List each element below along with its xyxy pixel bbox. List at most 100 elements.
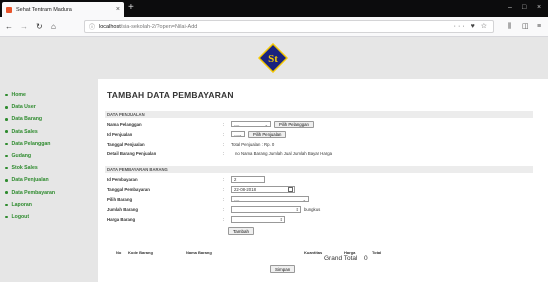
sidebar-item-label: Data Sales (11, 128, 38, 135)
colon: : (223, 131, 225, 137)
bullet-icon (5, 179, 8, 182)
select-value: ---- (234, 196, 240, 202)
chevron-down-icon: ⌄ (238, 131, 242, 137)
tambah-button[interactable]: Tambah (228, 227, 255, 235)
field-label: Id Penjualan (107, 131, 133, 137)
url-path: /sia-sekolah-2/?open=Nilai-Add (120, 23, 198, 30)
field-label: Nama Pelanggan (107, 121, 142, 127)
home-icon[interactable]: ⌂ (51, 21, 56, 32)
browser-tab[interactable]: Sehat Tentram Madura × (2, 2, 124, 17)
site-logo: St (257, 42, 289, 74)
pilih-pelanggan-button[interactable]: Pilih Pelanggan (274, 120, 314, 128)
bullet-icon (5, 166, 8, 170)
colon: : (223, 186, 225, 192)
col-total: Total (372, 250, 382, 255)
browser-navbar: ← → ↻ ⌂ ⓘ localhost/sia-sekolah-2/?open=… (0, 17, 548, 37)
id-pembayaran-input[interactable]: 2 (231, 175, 265, 183)
sidebar-item-data-user[interactable]: Data User (0, 101, 98, 113)
sidebar-item-laporan[interactable]: Laporan (0, 199, 98, 211)
detail-columns-text: no Nama Barang Jumlah Jual Jumlah Bayar … (235, 150, 332, 156)
window-close-icon[interactable]: × (537, 3, 541, 13)
minimize-icon[interactable]: – (508, 3, 512, 13)
sidebar-item-label: Data User (11, 104, 36, 111)
simpan-button[interactable]: Simpan (270, 265, 296, 273)
col-nama-barang: Nama Barang (186, 250, 212, 255)
row-jumlah-barang: Jumlah Barang : ⇕ bungkus (107, 205, 527, 213)
maximize-icon[interactable]: □ (522, 3, 526, 13)
sidebar-toggle-icon[interactable]: ◫ (522, 21, 529, 32)
field-label: Jumlah Barang (107, 206, 139, 212)
sidebar-item-data-barang[interactable]: Data Barang (0, 113, 98, 125)
grand-total-label: Grand Total (324, 255, 358, 262)
forward-icon[interactable]: → (20, 21, 28, 32)
main-content: TAMBAH DATA PEMBAYARAN DATA PENJUALAN Na… (98, 79, 548, 282)
sidebar-item-home[interactable]: Home (0, 89, 98, 101)
sidebar-item-label: Logout (11, 213, 30, 220)
row-tanggal-penjualan: Tanggal Penjualan : Total Penjualan : Rp… (107, 140, 527, 148)
colon: : (223, 196, 225, 202)
sidebar-item-data-penjualan[interactable]: Data Penjualan (0, 174, 98, 186)
field-label: Tanggal Penjualan (107, 141, 145, 147)
row-id-penjualan: Id Penjualan : ---- ⌄ Pilih Penjualan (107, 130, 527, 138)
field-label: Harga Barang (107, 216, 136, 222)
sidebar-item-stok-sales[interactable]: Stok Sales (0, 162, 98, 174)
sidebar-item-label: Data Barang (11, 116, 43, 123)
url-bar[interactable]: ⓘ localhost/sia-sekolah-2/?open=Nilai-Ad… (84, 20, 494, 33)
harga-barang-input[interactable]: ⇕ (231, 215, 285, 223)
nama-pelanggan-select[interactable]: ---- ⌄ (231, 120, 271, 128)
bullet-icon (5, 130, 8, 133)
id-penjualan-select[interactable]: ---- ⌄ (231, 130, 245, 138)
bullet-icon (5, 203, 8, 207)
spinner-icon[interactable]: ⇕ (296, 207, 299, 212)
sidebar-item-label: Laporan (11, 201, 32, 208)
chevron-down-icon: ⌄ (302, 196, 306, 202)
sidebar-item-label: Stok Sales (11, 165, 38, 172)
sidebar-item-label: Data Penjualan (11, 177, 49, 184)
tab-close-icon[interactable]: × (116, 6, 120, 13)
sidebar-item-logout[interactable]: Logout (0, 211, 98, 223)
grand-total-value: 0 (364, 255, 368, 262)
menu-icon[interactable]: ≡ (537, 21, 541, 32)
bullet-icon (5, 106, 8, 109)
bullet-icon (5, 215, 8, 219)
pilih-barang-select[interactable]: ---- ⌄ (231, 195, 309, 203)
site-info-icon[interactable]: ⓘ (89, 22, 95, 31)
spinner-icon[interactable]: ⇕ (280, 217, 283, 222)
jumlah-barang-input[interactable]: ⇕ (231, 205, 301, 213)
new-tab-icon[interactable]: + (128, 2, 134, 14)
row-detail-barang: Detail Barang Penjualan : no Nama Barang… (107, 149, 527, 157)
row-harga-barang: Harga Barang : ⇕ (107, 215, 527, 223)
page-header: St (0, 37, 548, 79)
sidebar-item-gudang[interactable]: Gudang (0, 150, 98, 162)
tanggal-pembayaran-input[interactable]: 22-08-2018 (231, 185, 295, 193)
row-tanggal-pembayaran: Tanggal Pembayaran : 22-08-2018 (107, 185, 527, 193)
colon: : (223, 206, 225, 212)
row-id-pembayaran: Id Pembayaran : 2 (107, 175, 527, 183)
chevron-down-icon: ⌄ (264, 121, 268, 127)
reload-icon[interactable]: ↻ (36, 21, 43, 32)
bullet-icon (5, 118, 8, 121)
field-label: Pilih Barang (107, 196, 133, 202)
library-icon[interactable]: ⫼ (508, 21, 511, 32)
browser-tabbar: Sehat Tentram Madura × + – □ × (0, 0, 548, 17)
back-icon[interactable]: ← (5, 21, 13, 32)
colon: : (223, 121, 225, 127)
calendar-icon[interactable] (288, 187, 293, 192)
sidebar-item-data-pelanggan[interactable]: Data Pelanggan (0, 138, 98, 150)
sidebar-item-data-pembayaran[interactable]: Data Pembayaran (0, 187, 98, 199)
field-label: Id Pembayaran (107, 176, 138, 182)
items-table-header: No Kode Barang Nama Barang Kuantitas Har… (116, 250, 516, 256)
pilih-penjualan-button[interactable]: Pilih Penjualan (248, 130, 287, 138)
sidebar-item-label: Data Pelanggan (11, 140, 51, 147)
colon: : (223, 216, 225, 222)
section-header-pembayaran: DATA PEMBAYARAN BARANG (105, 166, 533, 173)
url-host: localhost (99, 23, 121, 30)
page-title: TAMBAH DATA PEMBAYARAN (107, 90, 234, 100)
input-value: 22-08-2018 (234, 186, 256, 192)
col-kode-barang: Kode Barang (128, 250, 153, 255)
total-penjualan-text: Total Penjualan : Rp. 0 (231, 141, 275, 147)
page-actions-icon[interactable]: ··· ♥ ☆ (454, 22, 489, 30)
bullet-icon (5, 93, 8, 97)
sidebar: Home Data User Data Barang Data Sales Da… (0, 79, 98, 282)
sidebar-item-data-sales[interactable]: Data Sales (0, 126, 98, 138)
